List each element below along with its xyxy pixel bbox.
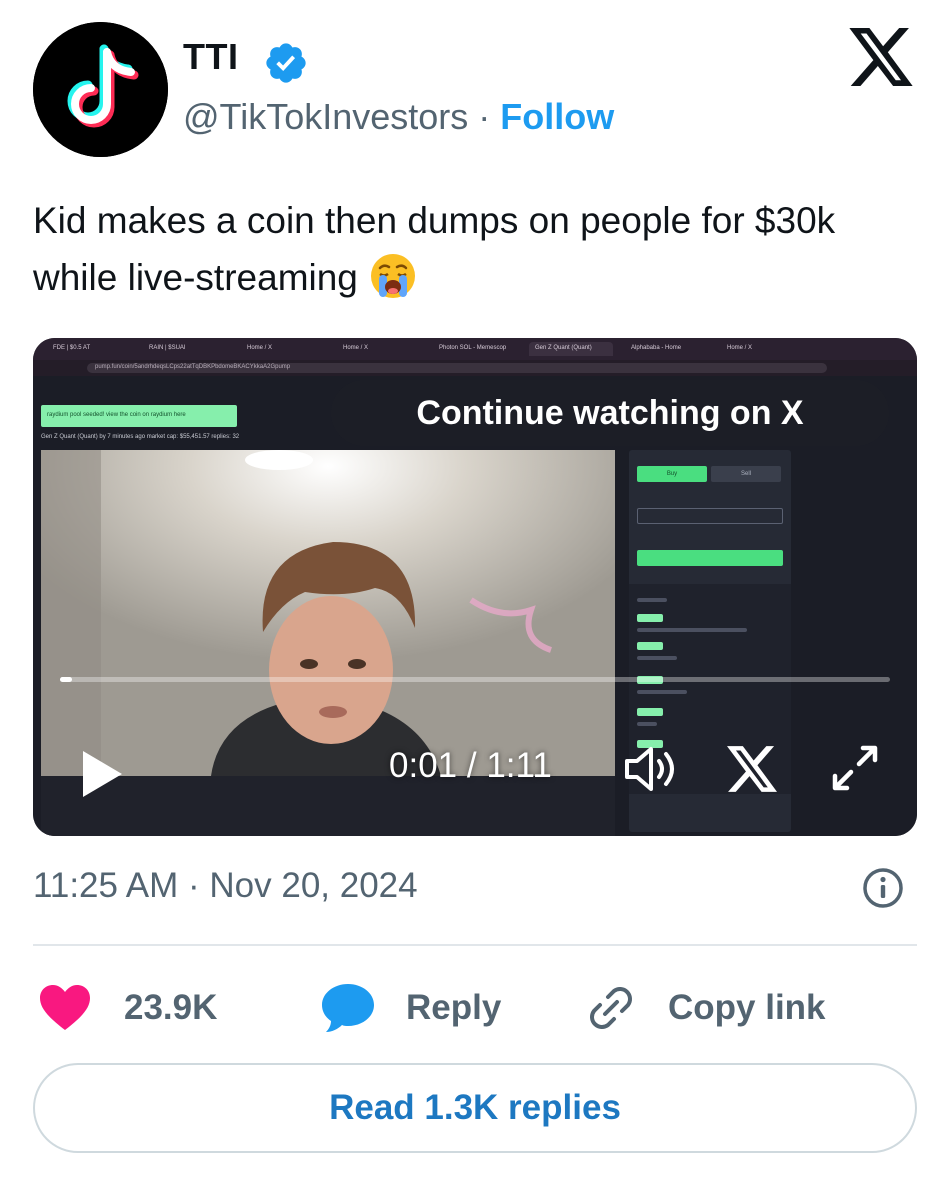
copy-link-label: Copy link xyxy=(668,988,826,1027)
embedded-coin-info: Gen Z Quant (Quant) by 7 minutes ago mar… xyxy=(41,434,240,440)
verified-badge-icon xyxy=(266,43,306,83)
embedded-tab: Home / X xyxy=(343,345,369,351)
embedded-trade-button xyxy=(637,550,783,566)
divider xyxy=(33,944,917,946)
tweet-date: Nov 20, 2024 xyxy=(209,866,418,905)
play-icon[interactable] xyxy=(79,748,125,800)
embedded-tab: Gen Z Quant (Quant) xyxy=(529,342,613,356)
timestamp-separator: · xyxy=(188,866,200,905)
embedded-tab: Home / X xyxy=(727,345,753,351)
reply-bubble-icon xyxy=(322,984,374,1032)
tweet-time: 11:25 AM xyxy=(33,866,179,905)
tweet-text: Kid makes a coin then dumps on people fo… xyxy=(33,192,903,306)
tweet-body: Kid makes a coin then dumps on people fo… xyxy=(33,200,836,298)
chat-line xyxy=(637,656,677,660)
chat-badge xyxy=(637,614,663,622)
author-name[interactable]: TTI xyxy=(183,36,238,78)
video-progress-fill xyxy=(60,677,72,682)
video-player[interactable]: FDE | $0.5 AT RAIN | $SUAI Home / X Home… xyxy=(33,338,917,836)
embedded-address-bar: pump.fun/coin/5andrhdeqsLCps22atTqDBKPbd… xyxy=(33,360,917,376)
embedded-browser-tabs: FDE | $0.5 AT RAIN | $SUAI Home / X Home… xyxy=(33,338,917,360)
separator-dot: · xyxy=(478,96,491,137)
heart-icon xyxy=(40,985,90,1030)
video-timecode: 0:01 / 1:11 xyxy=(389,746,552,786)
chat-badge xyxy=(637,708,663,716)
author-handle-row: @TikTokInvestors · Follow xyxy=(183,96,614,138)
embedded-url: pump.fun/coin/5andrhdeqsLCps22atTqDBKPbd… xyxy=(87,363,827,373)
video-progress-bar[interactable] xyxy=(60,677,890,682)
x-logo-icon[interactable] xyxy=(848,28,914,86)
current-time: 0:01 xyxy=(389,746,458,785)
copy-link-button[interactable]: Copy link xyxy=(584,984,826,1032)
x-logo-icon[interactable] xyxy=(727,746,777,792)
duration: 1:11 xyxy=(486,746,552,785)
embedded-toast: raydium pool seeded! view the coin on ra… xyxy=(41,405,237,427)
link-icon xyxy=(590,987,632,1029)
livestream-image xyxy=(41,450,615,776)
read-replies-button[interactable]: Read 1.3K replies xyxy=(33,1063,917,1153)
reply-button[interactable]: Reply xyxy=(320,984,501,1032)
time-separator: / xyxy=(457,746,487,785)
chat-line xyxy=(637,598,667,602)
chat-line xyxy=(637,722,657,726)
embedded-tab: Photon SOL - Memescop xyxy=(439,345,507,351)
author-avatar[interactable] xyxy=(33,22,168,157)
embedded-sell-tab: Sell xyxy=(711,466,781,482)
embedded-buy-tab: Buy xyxy=(637,466,707,482)
like-count: 23.9K xyxy=(124,988,218,1027)
embedded-amount-field xyxy=(637,508,783,524)
like-button[interactable]: 23.9K xyxy=(38,984,217,1032)
tweet-timestamp[interactable]: 11:25 AM · Nov 20, 2024 xyxy=(33,866,418,906)
tiktok-logo-icon xyxy=(33,22,168,157)
livestream-frame xyxy=(41,450,615,776)
chat-line xyxy=(637,690,687,694)
embedded-tab: FDE | $0.5 AT xyxy=(53,345,91,351)
reply-label: Reply xyxy=(406,988,502,1027)
follow-button[interactable]: Follow xyxy=(500,96,614,137)
volume-icon[interactable] xyxy=(623,744,679,794)
continue-watching-button[interactable]: Continue watching on X xyxy=(331,380,889,446)
author-handle[interactable]: @TikTokInvestors xyxy=(183,96,468,137)
fullscreen-icon[interactable] xyxy=(829,742,881,794)
info-icon[interactable] xyxy=(862,867,904,909)
chat-badge xyxy=(637,642,663,650)
chat-line xyxy=(637,628,747,632)
embedded-tab: RAIN | $SUAI xyxy=(149,345,186,351)
embedded-tab: Home / X xyxy=(247,345,273,351)
embedded-tab: Alphababa - Home xyxy=(631,345,682,351)
loudly-crying-face-icon xyxy=(370,254,415,298)
